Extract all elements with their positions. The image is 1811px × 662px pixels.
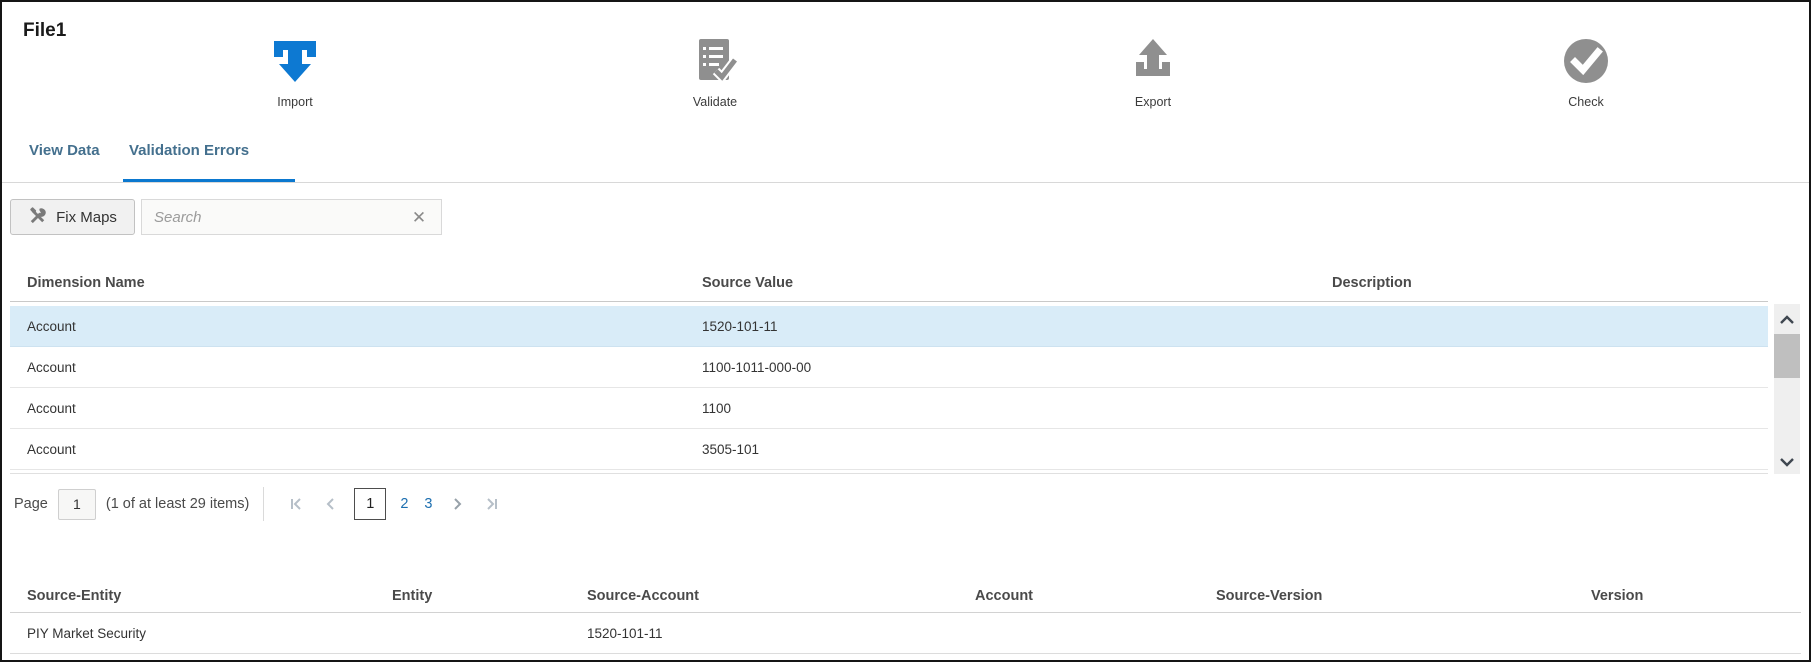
next-page-icon[interactable]	[449, 496, 465, 512]
page-link-2[interactable]: 2	[400, 496, 408, 512]
pagination-bar: Page (1 of at least 29 items) 1 2 3	[14, 482, 508, 526]
tab-view-data[interactable]: View Data	[29, 142, 100, 159]
cell-source-value: 1100	[702, 401, 1332, 416]
check-button[interactable]: Check	[1516, 34, 1656, 109]
pagination-summary: (1 of at least 29 items)	[106, 496, 249, 512]
column-version: Version	[1591, 588, 1801, 604]
scroll-up-icon[interactable]	[1774, 310, 1800, 330]
page-number-input[interactable]	[58, 489, 96, 520]
cell-source-account: 1520-101-11	[587, 626, 975, 641]
first-page-icon[interactable]	[289, 496, 305, 512]
cell-dimension: Account	[27, 360, 702, 375]
tools-icon	[28, 206, 47, 229]
search-input[interactable]	[154, 209, 409, 226]
column-source-value: Source Value	[702, 275, 1332, 291]
column-entity: Entity	[392, 588, 587, 604]
column-source-account: Source-Account	[587, 588, 975, 604]
page-link-3[interactable]: 3	[424, 496, 432, 512]
validate-label: Validate	[645, 95, 785, 109]
scroll-down-icon[interactable]	[1774, 452, 1800, 472]
cell-dimension: Account	[27, 442, 702, 457]
cell-source-value: 1520-101-11	[702, 319, 1332, 334]
errors-table-body: Account 1520-101-11 Account 1100-1011-00…	[10, 302, 1768, 474]
validate-button[interactable]: Validate	[645, 34, 785, 109]
tab-validation-errors[interactable]: Validation Errors	[129, 142, 249, 159]
workbench-window: File1 Import Validate	[0, 0, 1811, 662]
column-account: Account	[975, 588, 1216, 604]
errors-table-header: Dimension Name Source Value Description	[10, 264, 1768, 302]
mapping-table-header: Source-Entity Entity Source-Account Acco…	[10, 580, 1801, 613]
last-page-icon[interactable]	[483, 496, 499, 512]
fix-maps-label: Fix Maps	[56, 209, 117, 226]
column-source-version: Source-Version	[1216, 588, 1591, 604]
search-box: ✕	[141, 199, 442, 235]
export-button[interactable]: Export	[1083, 34, 1223, 109]
cell-source-value: 1100-1011-000-00	[702, 360, 1332, 375]
import-button[interactable]: Import	[225, 34, 365, 109]
circle-check-icon	[1516, 34, 1656, 88]
cell-dimension: Account	[27, 401, 702, 416]
import-download-icon	[225, 34, 365, 88]
document-check-icon	[645, 34, 785, 88]
table-row[interactable]: Account 3505-101	[10, 429, 1768, 470]
scrollbar-thumb[interactable]	[1774, 334, 1800, 378]
fix-maps-button[interactable]: Fix Maps	[10, 199, 135, 235]
upload-icon	[1083, 34, 1223, 88]
cell-source-entity: PIY Market Security	[27, 626, 392, 641]
cell-source-value: 3505-101	[702, 442, 1332, 457]
vertical-scrollbar[interactable]	[1774, 304, 1800, 474]
page-title: File1	[23, 20, 66, 42]
cell-dimension: Account	[27, 319, 702, 334]
table-row[interactable]: Account 1520-101-11	[10, 306, 1768, 347]
export-label: Export	[1083, 95, 1223, 109]
check-label: Check	[1516, 95, 1656, 109]
import-label: Import	[225, 95, 365, 109]
column-description: Description	[1332, 275, 1768, 291]
table-row[interactable]: Account 1100-1011-000-00	[10, 347, 1768, 388]
search-clear-icon[interactable]: ✕	[409, 209, 429, 226]
mapping-table-row[interactable]: PIY Market Security 1520-101-11	[10, 613, 1801, 654]
column-source-entity: Source-Entity	[27, 588, 392, 604]
tabs-divider	[2, 182, 1809, 183]
previous-page-icon[interactable]	[323, 496, 339, 512]
column-dimension-name: Dimension Name	[27, 275, 702, 291]
pagination-divider	[263, 487, 264, 521]
page-label: Page	[14, 496, 48, 512]
current-page[interactable]: 1	[354, 488, 386, 520]
table-row[interactable]: Account 1100	[10, 388, 1768, 429]
